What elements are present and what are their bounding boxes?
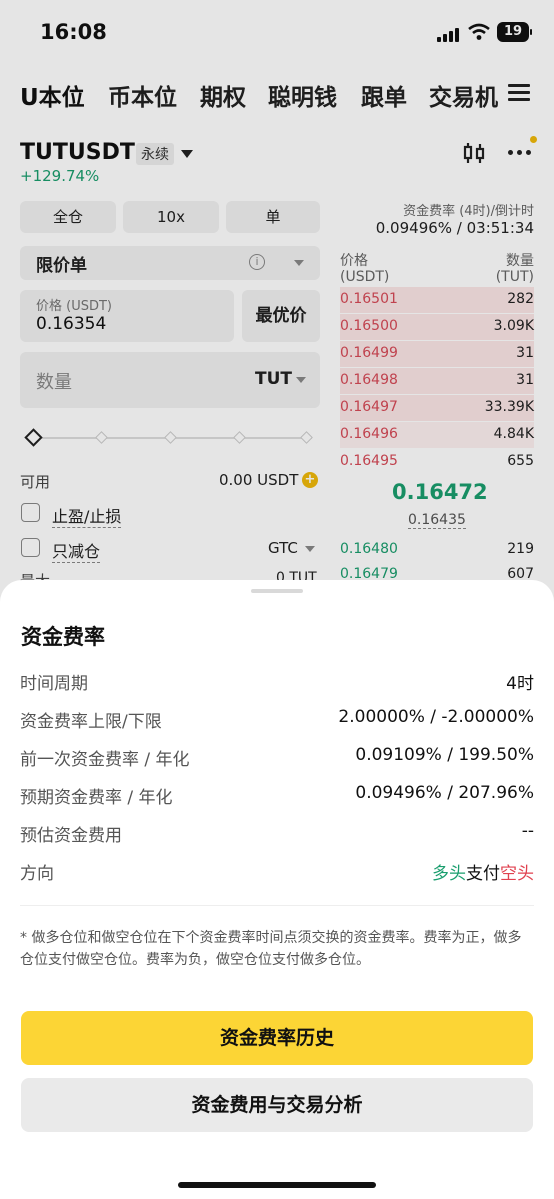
sheet-grabber[interactable] <box>251 589 303 593</box>
direction-value: 多头支付空头 <box>432 859 534 884</box>
info-row-estimated-fee: 预估资金费用 -- <box>20 821 534 851</box>
long-label: 多头 <box>432 864 466 884</box>
divider <box>20 905 534 906</box>
footnote: * 做多仓位和做空仓位在下个资金费率时间点须交换的资金费率。费率为正，做多仓位支… <box>20 930 522 968</box>
pay-label: 支付 <box>466 864 500 884</box>
info-label: 前一次资金费率 / 年化 <box>20 750 190 770</box>
info-label: 时间周期 <box>20 674 88 694</box>
info-row-direction: 方向 多头支付空头 <box>20 859 534 889</box>
info-row-expected-rate: 预期资金费率 / 年化 0.09496% / 207.96% <box>20 783 534 813</box>
home-indicator <box>178 1182 376 1188</box>
info-value: 0.09109% / 199.50% <box>355 745 534 765</box>
info-label: 预估资金费用 <box>20 826 122 846</box>
info-label: 资金费率上限/下限 <box>20 712 162 732</box>
info-row-previous-rate: 前一次资金费率 / 年化 0.09109% / 199.50% <box>20 745 534 775</box>
info-value: -- <box>521 821 534 841</box>
info-value: 4时 <box>506 674 534 694</box>
info-value: 0.09496% / 207.96% <box>355 783 534 803</box>
funding-history-button[interactable]: 资金费率历史 <box>21 1011 533 1065</box>
info-row-limits: 资金费率上限/下限 2.00000% / -2.00000% <box>20 707 534 737</box>
info-label: 方向 <box>20 864 54 884</box>
info-label: 预期资金费率 / 年化 <box>20 788 173 808</box>
funding-analysis-button[interactable]: 资金费用与交易分析 <box>21 1078 533 1132</box>
funding-rate-sheet: 资金费率 时间周期 4时 资金费率上限/下限 2.00000% / -2.000… <box>0 580 554 1199</box>
short-label: 空头 <box>500 864 534 884</box>
info-row-period: 时间周期 4时 <box>20 669 534 699</box>
info-value: 2.00000% / -2.00000% <box>338 707 534 727</box>
sheet-title: 资金费率 <box>21 625 105 649</box>
